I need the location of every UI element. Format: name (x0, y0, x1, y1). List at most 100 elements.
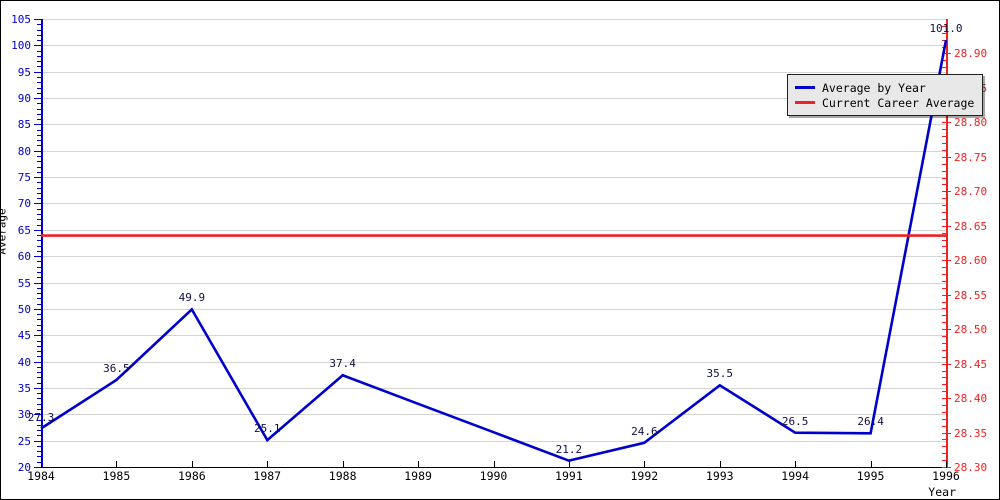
left-axis-minor-tick (37, 261, 43, 263)
right-axis-minor-tick (942, 67, 948, 69)
left-axis-minor-tick (37, 345, 43, 347)
left-axis-minor-tick (37, 451, 43, 453)
right-axis-minor-tick (942, 315, 948, 317)
x-axis-tick (41, 461, 42, 468)
left-axis-minor-tick (37, 34, 43, 36)
legend-swatch-current-career-average (795, 101, 815, 104)
left-axis-tick-label: 85 (17, 118, 31, 132)
grid-line (41, 335, 946, 337)
grid-line (41, 71, 946, 73)
grid-line (41, 45, 946, 47)
left-axis-minor-tick (37, 293, 43, 295)
x-axis-tick-label: 1987 (253, 469, 282, 483)
x-axis-tick-label: 1988 (328, 469, 357, 483)
right-axis-minor-tick (942, 439, 948, 441)
left-axis-minor-tick (37, 372, 43, 374)
grid-line (41, 440, 946, 442)
right-axis-minor-tick (942, 287, 948, 289)
data-point-label: 26.5 (781, 414, 809, 428)
left-axis-tick (34, 229, 43, 231)
left-axis-minor-tick (37, 113, 43, 115)
legend-label-current-career-average: Current Career Average (822, 95, 975, 110)
right-axis-minor-tick (942, 211, 948, 213)
right-axis-minor-tick (942, 377, 948, 379)
grid-line (41, 150, 946, 152)
legend-swatch-average-by-year (795, 86, 815, 89)
left-axis-minor-tick (37, 382, 43, 384)
left-axis-minor-tick (37, 266, 43, 268)
left-axis-tick-label: 75 (17, 171, 31, 185)
left-axis-tick (34, 98, 43, 100)
right-axis-tick (942, 53, 951, 55)
data-point-label: 26.4 (857, 415, 884, 429)
left-axis-tick (34, 256, 43, 258)
right-axis-minor-tick (942, 198, 948, 200)
left-axis-minor-tick (37, 456, 43, 458)
right-axis-tick (942, 294, 951, 296)
right-axis-minor-tick (942, 177, 948, 179)
x-axis-tick (644, 461, 646, 468)
left-axis-minor-tick (37, 24, 43, 26)
left-axis-minor-tick (37, 166, 43, 168)
left-axis-minor-tick (37, 61, 43, 63)
left-axis-tick (34, 387, 43, 389)
left-axis-tick-label: 100 (11, 39, 31, 53)
x-axis-tick-label: 1985 (102, 469, 131, 483)
left-axis-minor-tick (37, 398, 43, 400)
right-axis-tick-label: 28.70 (954, 185, 988, 199)
left-axis-tick-label: 105 (11, 13, 31, 26)
left-axis-tick-label: 50 (17, 302, 31, 316)
left-axis-minor-tick (37, 319, 43, 321)
left-axis-minor-tick (37, 445, 43, 447)
left-axis-tick (34, 71, 43, 73)
left-axis-minor-tick (37, 435, 43, 437)
x-axis-tick-label: 1986 (177, 469, 206, 483)
right-axis-minor-tick (942, 411, 948, 413)
grid-line (41, 177, 946, 179)
left-axis-minor-tick (37, 324, 43, 326)
x-axis-tick (568, 461, 570, 468)
right-axis-minor-tick (942, 342, 948, 344)
left-axis-tick-label: 45 (17, 329, 31, 343)
right-axis-tick-label: 28.40 (954, 392, 988, 406)
left-axis-minor-tick (37, 287, 43, 289)
left-axis-minor-tick (37, 403, 43, 405)
data-point-label: 27.3 (27, 410, 55, 424)
left-axis-minor-tick (37, 66, 43, 68)
grid-line (41, 256, 946, 258)
left-axis-tick-label: 90 (17, 92, 31, 106)
left-axis-minor-tick (37, 208, 43, 210)
left-axis-minor-tick (37, 92, 43, 94)
data-point-label: 37.4 (329, 357, 356, 371)
data-point-label: 36.5 (103, 362, 130, 376)
x-axis-tick-label: 1984 (27, 469, 55, 483)
grid-line (41, 229, 946, 231)
bottom-axis-line (41, 467, 948, 468)
right-axis-tick (942, 363, 951, 365)
left-axis-tick (34, 335, 43, 337)
x-axis-tick-label: 1991 (555, 469, 583, 483)
left-axis-tick-label: 25 (17, 434, 31, 448)
right-axis-minor-tick (942, 218, 948, 220)
right-axis-tick-label: 28.80 (954, 116, 988, 130)
x-axis-tick-label: 1989 (404, 469, 432, 483)
left-axis-minor-tick (37, 314, 43, 316)
right-axis-tick (942, 122, 951, 124)
x-axis-tick (795, 461, 797, 468)
x-axis-tick-label: 1995 (856, 469, 885, 483)
right-axis-minor-tick (942, 253, 948, 255)
x-axis-tick-label: 1992 (630, 469, 659, 483)
right-axis-minor-tick (942, 129, 948, 131)
x-axis-tick (342, 461, 344, 468)
left-axis-line (41, 19, 43, 467)
right-axis-minor-tick (942, 46, 948, 48)
left-axis-tick (34, 150, 43, 152)
left-axis-minor-tick (37, 82, 43, 84)
left-axis-minor-tick (37, 461, 43, 463)
right-axis-tick (942, 225, 951, 227)
right-axis-tick (942, 432, 951, 434)
data-point-label: 24.6 (631, 424, 658, 438)
right-axis-minor-tick (942, 280, 948, 282)
left-axis-minor-tick (37, 351, 43, 353)
left-axis-minor-tick (37, 76, 43, 78)
